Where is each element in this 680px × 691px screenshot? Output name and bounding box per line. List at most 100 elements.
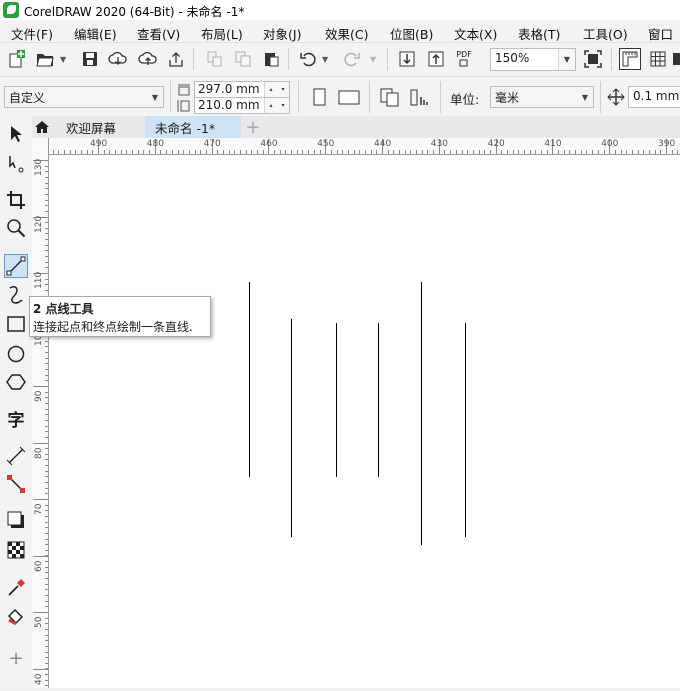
width-stepper-icon[interactable]: ▴ [264,82,277,97]
snap-to-icon[interactable] [671,49,680,69]
show-rulers-icon[interactable] [619,48,641,70]
transparency-tool-icon[interactable] [4,538,28,562]
all-pages-icon[interactable] [380,87,400,107]
shape-tool-icon[interactable] [4,152,28,176]
ruler-minor-tick [541,150,542,154]
add-tool-icon[interactable]: + [4,646,28,670]
ruler-minor-tick [45,414,48,415]
connector-tool-icon[interactable] [4,472,28,496]
ruler-minor-tick [45,290,48,291]
menu-object[interactable]: 对象(J) [263,24,301,43]
height-spinner-icon[interactable]: ▾ [276,98,289,113]
ruler-minor-tick [45,426,48,427]
menu-window[interactable]: 窗口 [648,24,673,43]
home-icon[interactable] [32,116,52,138]
menu-file[interactable]: 文件(F) [11,24,53,43]
two-point-line-tool-icon[interactable] [4,254,28,278]
eyedropper-tool-icon[interactable] [4,576,28,600]
menu-effects[interactable]: 效果(C) [325,24,368,43]
menu-text[interactable]: 文本(X) [454,24,497,43]
landscape-orientation-icon[interactable] [337,87,361,107]
ruler-minor-tick [45,267,48,268]
page-height-field[interactable]: 210.0 mm ▾ ▴ [194,97,290,114]
ruler-minor-tick [450,150,451,154]
menu-table[interactable]: 表格(T) [518,24,560,43]
new-tab-plus-icon[interactable]: + [244,117,262,138]
crop-tool-icon[interactable] [4,188,28,212]
ruler-label: 400 [601,139,619,149]
ruler-minor-tick [547,150,548,154]
publish-upload-icon[interactable] [166,49,186,69]
width-spinner-icon[interactable]: ▾ [276,82,289,97]
ruler-minor-tick [206,150,207,154]
menu-edit[interactable]: 编辑(E) [74,24,117,43]
ruler-label: 410 [544,139,562,149]
canvas-drawing [249,282,466,545]
ruler-minor-tick [263,150,264,154]
parallel-dimension-tool-icon[interactable] [4,444,28,468]
ruler-minor-tick [45,431,48,432]
page-size-preset-combobox[interactable]: 自定义 ▼ [4,86,164,108]
ruler-minor-tick [45,420,48,421]
open-folder-icon[interactable] [35,49,55,69]
paste-icon[interactable] [261,49,281,69]
redo-dropdown-arrow[interactable]: ▼ [370,55,376,64]
chevron-down-icon[interactable]: ▼ [147,87,163,107]
portrait-orientation-icon[interactable] [310,87,330,107]
undo-dropdown-arrow[interactable]: ▼ [322,55,328,64]
zoom-level-combobox[interactable]: 150% ▼ [490,48,576,71]
zoom-tool-icon[interactable] [4,216,28,240]
horizontal-ruler[interactable]: 490 480 470 460 450 440 430 420 410 400 390 [48,138,680,155]
open-dropdown-arrow[interactable]: ▼ [60,55,66,64]
drawing-canvas[interactable] [49,155,680,688]
ruler-minor-tick [45,375,48,376]
units-combobox[interactable]: 毫米 ▼ [490,86,594,108]
polygon-tool-icon[interactable] [4,370,28,394]
vertical-ruler[interactable]: 130120110100908070605040 [32,138,49,688]
cut-icon[interactable] [204,49,224,69]
export-pdf-icon[interactable]: PDF [454,48,474,68]
ruler-label: 50 [34,616,44,628]
show-grid-icon[interactable] [648,49,668,69]
cloud-download-icon[interactable] [108,49,128,69]
copy-icon[interactable] [233,49,253,69]
import-icon[interactable] [397,49,417,69]
redo-icon[interactable] [342,49,362,69]
pick-tool-icon[interactable] [4,122,28,146]
save-icon[interactable] [80,49,100,69]
ruler-minor-tick [649,150,650,154]
ruler-minor-tick [456,150,457,154]
menu-bitmap[interactable]: 位图(B) [390,24,433,43]
current-page-icon[interactable] [410,87,430,107]
artistic-media-tool-icon[interactable] [4,282,28,306]
page-height-value: 210.0 mm [198,98,260,112]
page-width-icon [176,82,192,98]
interactive-fill-tool-icon[interactable] [4,604,28,628]
chevron-down-icon[interactable]: ▼ [558,49,575,70]
chevron-down-icon[interactable]: ▼ [577,87,593,107]
drop-shadow-tool-icon[interactable] [4,508,28,532]
new-document-icon[interactable] [6,49,26,69]
ruler-minor-tick [268,150,269,154]
standard-toolbar: ▼ ▼ ▼ PDF 150% ▼ [0,42,680,76]
full-screen-preview-icon[interactable] [583,49,603,69]
cloud-upload-icon[interactable] [138,49,158,69]
ruler-minor-tick [354,150,355,154]
rectangle-tool-icon[interactable] [4,312,28,336]
page-width-field[interactable]: 297.0 mm ▾ ▴ [194,81,290,98]
ruler-minor-tick [189,150,190,154]
tab-untitled-document[interactable]: 未命名 -1* [145,116,241,138]
text-tool-icon[interactable]: 字 [4,406,28,431]
export-icon[interactable] [426,49,446,69]
menu-view[interactable]: 查看(V) [137,24,180,43]
nudge-distance-field[interactable]: 0.1 mm [628,86,680,108]
ruler-label: 470 [203,139,221,149]
menu-tools[interactable]: 工具(O) [583,24,628,43]
ruler-minor-tick [45,380,48,381]
undo-icon[interactable] [298,49,318,69]
height-stepper-icon[interactable]: ▴ [264,98,277,113]
ellipse-tool-icon[interactable] [4,342,28,366]
menu-layout[interactable]: 布局(L) [201,24,243,43]
tab-welcome-screen[interactable]: 欢迎屏幕 [54,116,144,138]
ruler-minor-tick [45,245,48,246]
